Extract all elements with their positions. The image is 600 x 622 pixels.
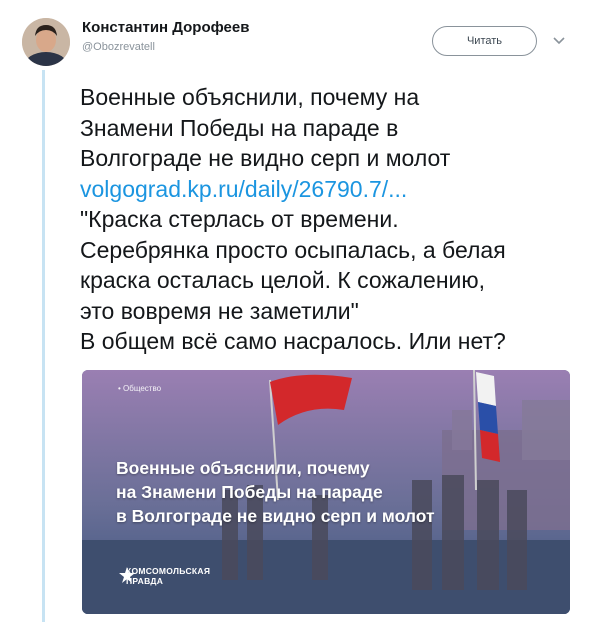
tweet-line: В общем всё само насралось. Или нет? bbox=[80, 328, 506, 354]
tweet-line: Волгограде не видно серп и молот bbox=[80, 145, 451, 171]
card-category: • Общество bbox=[118, 384, 162, 393]
card-headline-line: Военные объяснили, почему bbox=[116, 458, 370, 478]
user-photo bbox=[22, 18, 70, 66]
link-preview-card[interactable]: • Общество Военные объяснили, почему на … bbox=[82, 370, 570, 614]
avatar[interactable] bbox=[22, 18, 70, 66]
tweet-line: это вовремя не заметили" bbox=[80, 297, 359, 324]
author-handle[interactable]: @Obozrevatell bbox=[82, 41, 155, 53]
chevron-down-icon[interactable] bbox=[552, 34, 566, 48]
tweet-line: Серебрянка просто осыпалась, а белая bbox=[80, 236, 506, 263]
thread-line bbox=[42, 70, 45, 622]
tweet-line: Военные объяснили, почему на bbox=[80, 84, 420, 110]
tweet-text: Военные объяснили, почему на Знамени Поб… bbox=[80, 82, 585, 357]
brand-name: КОМСОМОЛЬСКАЯ ПРАВДА bbox=[126, 566, 211, 586]
tweet-line: Знамени Победы на параде в bbox=[80, 114, 399, 141]
tweet-link[interactable]: volgograd.kp.ru/daily/26790.7/... bbox=[80, 174, 585, 205]
follow-button[interactable]: Читать bbox=[432, 26, 537, 56]
author-name[interactable]: Константин Дорофеев bbox=[82, 19, 249, 36]
card-headline: Военные объяснили, почему на Знамени Поб… bbox=[116, 456, 435, 528]
card-headline-line: на Знамени Победы на параде bbox=[116, 482, 383, 502]
brand-logo: КОМСОМОЛЬСКАЯ ПРАВДА bbox=[118, 566, 210, 586]
card-headline-line: в Волгограде не видно серп и молот bbox=[116, 506, 435, 526]
tweet-line: краска осталась целой. К сожалению, bbox=[80, 267, 486, 293]
tweet-line: "Краска стерлась от времени. bbox=[80, 206, 399, 232]
star-logo-icon bbox=[119, 567, 135, 583]
